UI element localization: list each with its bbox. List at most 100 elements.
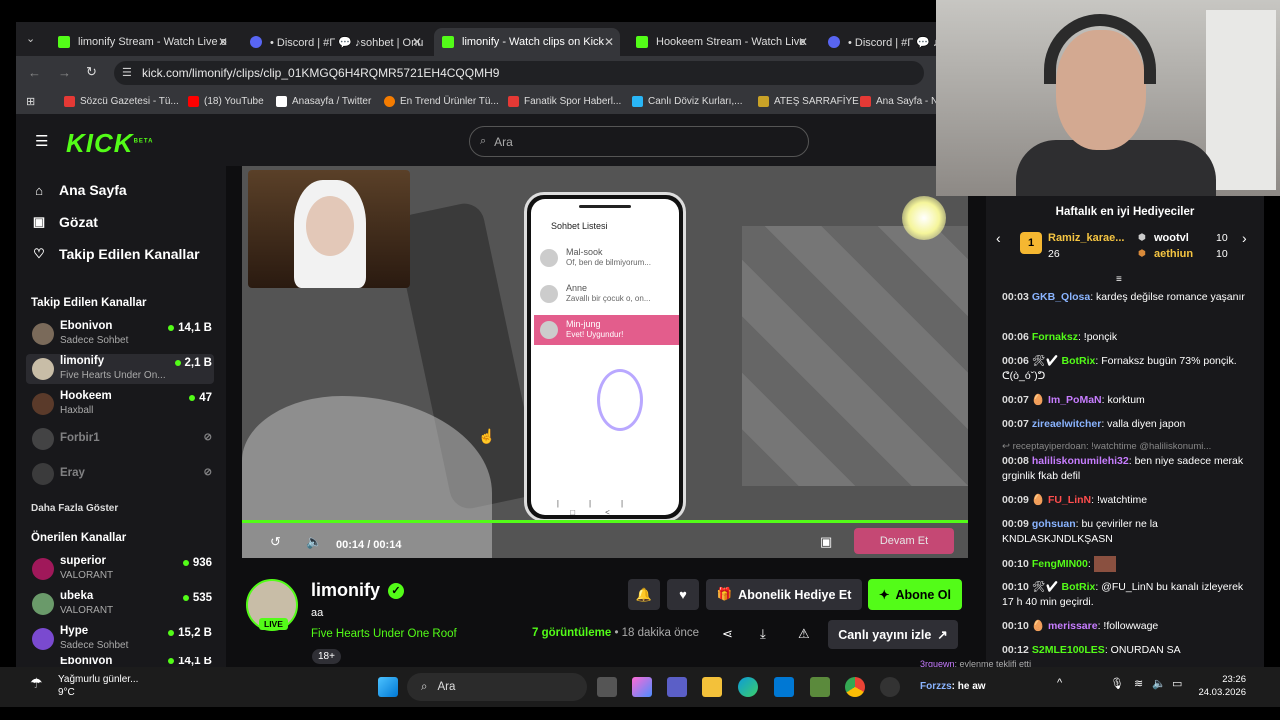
sidebar-channel[interactable]: superior VALORANT 936 [26,554,214,584]
bookmark[interactable]: Fanatik Spor Haberl... [508,96,621,107]
tab-list-icon[interactable]: ⌄ [26,32,35,45]
teams-icon[interactable] [667,677,687,697]
bookmark[interactable]: (18) YouTube [188,96,264,107]
chrome-icon[interactable] [845,677,865,697]
chevron-left-icon[interactable]: ‹ [996,230,1001,246]
share-icon[interactable]: ⋖ [722,626,733,642]
start-icon[interactable] [378,677,398,697]
file-explorer-icon[interactable] [702,677,722,697]
youtube-icon [188,96,199,107]
category-link[interactable]: Five Hearts Under One Roof [311,628,457,640]
url-field[interactable]: ☰ kick.com/limonify/clips/clip_01KMGQ6H4… [114,61,924,85]
chat-message: 00:09 🥚 FU_LinN: !watchtime [1002,494,1148,506]
bookmark[interactable]: Anasayfa / Twitter [276,96,371,107]
rank-badge-icon: 1 [1020,232,1042,254]
clock[interactable]: 23:26 24.03.2026 [1196,673,1246,699]
search-input[interactable]: ⌕ Ara [469,126,809,157]
continue-button[interactable]: Devam Et [854,528,954,554]
sidebar-channel[interactable]: ubeka VALORANT 535 [26,589,214,619]
subscribe-button[interactable]: ✦ Abone Ol [868,579,962,610]
views-info: 7 görüntüleme • 18 dakika önce [532,627,700,639]
close-tab-icon[interactable]: ✕ [412,35,422,49]
nav-following[interactable]: ♡ Takip Edilen Kanallar [32,246,199,262]
bookmark[interactable]: Ana Sayfa - N [860,96,938,107]
browser-tab[interactable]: Hookeem Stream - Watch Live ✕ [628,28,814,56]
nav-browse[interactable]: ▣ Gözat [32,214,98,230]
chevron-up-icon[interactable]: ^ [1057,677,1062,689]
pip-icon[interactable]: ▣ [820,534,832,550]
chat-message: 00:10 🛠✔ BotRix: @FU_LinN bu kanalı izleye… [1002,581,1244,608]
sidebar-channel[interactable]: Hype Sadece Sohbet 15,2 B [26,624,214,654]
task-view-icon[interactable] [597,677,617,697]
channel-name[interactable]: limonify ✓ [311,580,405,601]
chevron-right-icon[interactable]: › [1242,230,1247,246]
volume-icon[interactable]: 🔈 [306,534,322,550]
bookmarks-bar: ⊞ Sözcü Gazetesi - Tü... (18) YouTube An… [16,90,938,114]
mic-icon[interactable]: 🎙 [1110,677,1124,690]
star-icon: ✦ [878,588,890,602]
sidebar-channel-selected[interactable]: limonify Five Hearts Under On... 2,1 B [26,354,214,384]
show-more-link[interactable]: Daha Fazla Göster [31,503,118,514]
progress-bar[interactable] [242,520,968,523]
site-info-icon[interactable]: ☰ [122,66,132,79]
copilot-icon[interactable] [632,677,652,697]
close-tab-icon[interactable]: ✕ [218,35,228,49]
kick-logo[interactable]: KICKBETA [66,128,153,159]
menu-icon[interactable]: ☰ [35,132,48,150]
gift-sub-button[interactable]: 🎁 Abonelik Hediye Et [706,579,862,610]
avatar [32,558,54,580]
sidebar-channel-offline[interactable]: Forbir1 ⊘ [26,424,214,454]
watch-live-button[interactable]: Canlı yayını izle ↗ [828,620,958,649]
reload-icon[interactable]: ↻ [86,64,97,80]
apps-grid-icon[interactable]: ⊞ [26,95,35,108]
sidebar-channel-offline[interactable]: Eray ⊘ [26,459,214,489]
video-player[interactable]: Sohbet Listesi Mal-sook Of, ben de bilmiy… [242,166,968,558]
notification-button[interactable]: 🔔 [628,579,660,610]
browser-tab[interactable]: • Discord | #Г 💬 ♪sohbet | Onu ✕ [242,28,428,56]
home-icon: ⌂ [35,182,43,198]
back-icon[interactable]: ← [28,65,41,80]
gift-icon: 🎁 [716,587,733,601]
live-dot-icon [182,594,189,601]
obs-icon[interactable] [880,677,900,697]
phone-nav-bar: |||□< [556,499,654,515]
browser-tab[interactable]: limonify Stream - Watch Live o ✕ [50,28,234,56]
avatar [32,628,54,650]
bookmark[interactable]: En Trend Ürünler Tü... [384,96,499,107]
bookmark[interactable]: ATEŞ SARRAFİYE [758,96,859,107]
bookmark-favicon-icon [860,96,871,107]
chat-message: 00:10 FengMIN00: [1002,556,1252,572]
store-icon[interactable] [774,677,794,697]
weather-widget[interactable]: ☂ Yağmurlu günler... 9°C [30,673,138,699]
report-icon[interactable]: ⚠ [798,626,810,642]
chat-panel: Haftalık en iyi Hediyeciler ‹ 1 Ramiz_ka… [986,196,1264,667]
browser-tab-active[interactable]: limonify - Watch clips on Kick ✕ [434,28,620,56]
follow-button[interactable]: ♥ [667,579,699,610]
battery-icon[interactable]: ▭ [1172,677,1182,690]
close-tab-icon[interactable]: ✕ [604,35,614,49]
browser-tab[interactable]: • Discord | #Г 💬 ♪soh [820,28,936,56]
minecraft-icon[interactable] [810,677,830,697]
wifi-icon[interactable]: ≋ [1134,677,1143,690]
bookmark[interactable]: Sözcü Gazetesi - Tü... [64,96,179,107]
streamer-face [306,196,354,256]
edge-icon[interactable] [738,677,758,697]
emote-icon [1093,556,1116,572]
close-tab-icon[interactable]: ✕ [798,35,808,49]
taskbar-search[interactable]: ⌕ Ara [407,673,587,701]
offline-icon: ⊘ [203,432,212,443]
replay-icon[interactable]: ↺ [270,534,281,550]
pinned-icon[interactable]: ≡ [1116,274,1122,285]
background-blur [742,226,968,486]
sidebar-channel[interactable]: Ebonivon Sadece Sohbet 14,1 B [26,319,214,349]
rank-2-icon: ⬢ [1138,232,1146,242]
bookmark[interactable]: Canlı Döviz Kurları,... [632,96,742,107]
volume-icon[interactable]: 🔈 [1152,677,1166,690]
download-icon[interactable]: ⤓ [760,626,766,642]
forward-icon[interactable]: → [58,65,71,80]
phone-screen: Sohbet Listesi Mal-sook Of, ben de bilmiy… [524,192,686,522]
sidebar-channel[interactable]: Hookeem Haxball 47 [26,389,214,419]
nav-home[interactable]: ⌂ Ana Sayfa [32,182,127,198]
sub-badge-icon: 🥚 [1031,394,1045,406]
sidebar-channel[interactable]: Ebonivon 14,1 B [26,657,214,667]
